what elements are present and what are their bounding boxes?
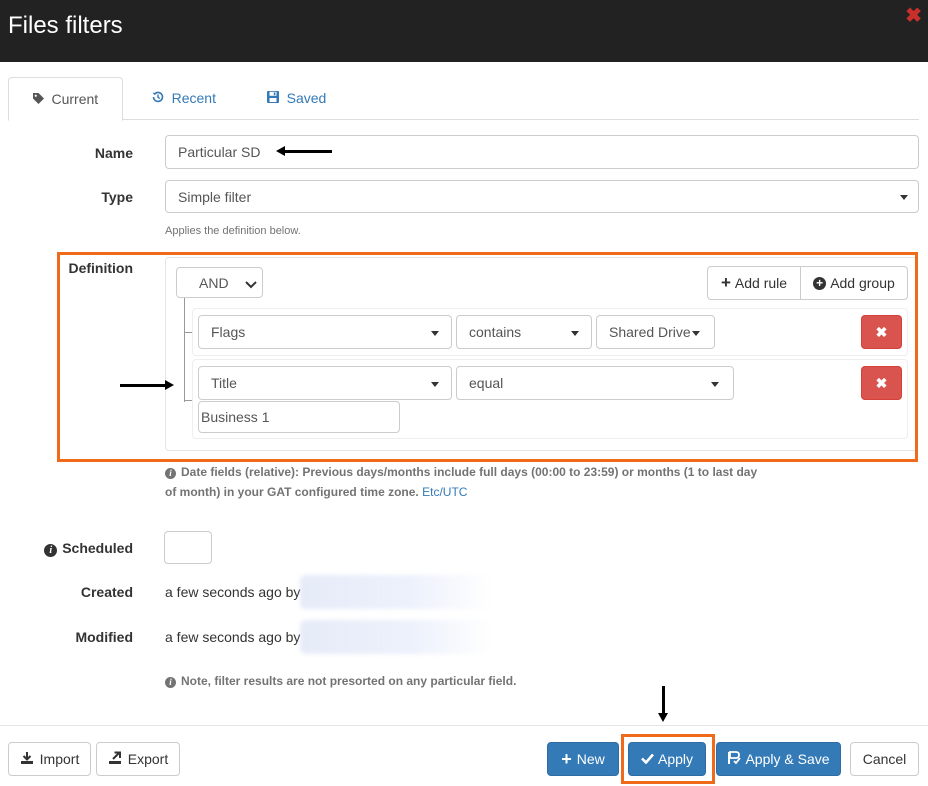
redacted-user (300, 620, 490, 654)
import-button[interactable]: Import (8, 742, 91, 776)
created-label: Created (80, 584, 133, 600)
floppy-disk-icon (267, 91, 283, 106)
type-help-text: Applies the definition below. (165, 225, 301, 237)
export-button[interactable]: Export (96, 742, 180, 776)
date-info-line1: Date fields (relative): Previous days/mo… (181, 465, 758, 479)
presort-note: i Note, filter results are not presorted … (165, 671, 516, 691)
new-label: New (576, 751, 605, 767)
export-icon (108, 751, 122, 768)
scheduled-checkbox[interactable] (164, 531, 212, 564)
dialog-title: Files filters (8, 12, 123, 39)
scheduled-label-text: Scheduled (62, 540, 133, 556)
name-input-value: Particular SD (178, 144, 261, 160)
date-fields-info: i Date fields (relative): Previous days/m… (165, 462, 805, 502)
save-flag-icon (727, 750, 742, 768)
date-info-line2: of month) in your GAT configured time zo… (165, 485, 419, 499)
apply-and-save-label: Apply & Save (745, 751, 830, 767)
apply-and-save-button[interactable]: Apply & Save (716, 742, 841, 776)
close-icon[interactable]: ✖ (905, 6, 922, 26)
tab-saved-label: Saved (286, 90, 327, 106)
apply-highlight (621, 734, 715, 784)
name-label: Name (94, 145, 133, 161)
info-icon: i (165, 677, 176, 688)
scheduled-label: i Scheduled (30, 540, 133, 557)
tab-current-label: Current (51, 91, 99, 107)
plus-icon: + (561, 749, 572, 769)
info-icon: i (44, 544, 58, 557)
tag-icon (32, 92, 48, 107)
tab-recent-label: Recent (171, 90, 216, 106)
presort-note-text: Note, filter results are not presorted o… (181, 674, 517, 688)
filter-tabs: Current Recent Saved (8, 77, 919, 121)
definition-highlight (57, 252, 918, 462)
redacted-user (300, 575, 490, 609)
type-label: Type (101, 189, 133, 205)
modified-label: Modified (75, 629, 133, 645)
cancel-label: Cancel (862, 751, 907, 767)
annotation-arrow (120, 380, 174, 390)
import-icon (20, 751, 34, 768)
info-icon: i (165, 468, 176, 479)
import-label: Import (39, 751, 80, 767)
export-label: Export (127, 751, 169, 767)
footer-divider (0, 725, 928, 726)
modified-value: a few seconds ago by (165, 629, 301, 645)
tab-saved[interactable]: Saved (255, 77, 338, 120)
annotation-arrow (658, 686, 668, 722)
type-select[interactable]: Simple filter (165, 180, 919, 213)
tab-recent[interactable]: Recent (140, 77, 228, 120)
created-value: a few seconds ago by (165, 584, 301, 600)
caret-down-icon (900, 195, 908, 200)
cancel-button[interactable]: Cancel (850, 742, 919, 776)
new-button[interactable]: + New (547, 742, 619, 776)
timezone-link[interactable]: Etc/UTC (422, 485, 467, 499)
history-icon (152, 91, 168, 106)
annotation-arrow (276, 146, 332, 156)
type-select-value: Simple filter (178, 188, 252, 205)
dialog-header: Files filters ✖ (0, 0, 928, 62)
tab-current[interactable]: Current (8, 77, 123, 121)
